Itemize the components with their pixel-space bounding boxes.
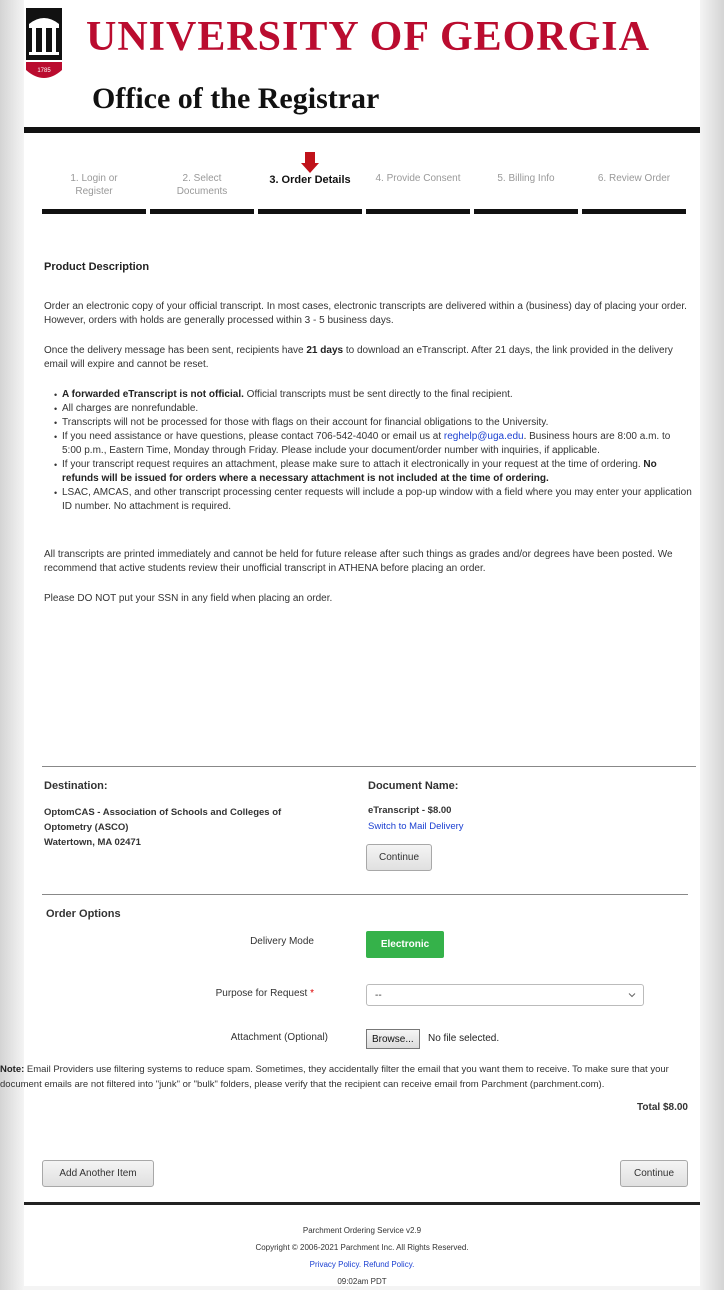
attachment-browse-button[interactable]: Browse... [366, 1029, 420, 1049]
list-item: LSAC, AMCAS, and other transcript proces… [54, 486, 692, 514]
refund-policy-link[interactable]: Refund Policy. [363, 1260, 414, 1269]
step-bar [582, 209, 686, 214]
delivery-mode-electronic-button[interactable]: Electronic [366, 931, 444, 958]
step-label: 2. Select Documents [176, 173, 228, 197]
step-label: 3. Order Details [269, 174, 351, 186]
attachment-label: Attachment (Optional) [230, 1032, 328, 1043]
purpose-label: Purpose for Request * [215, 988, 314, 999]
list-item: All charges are nonrefundable. [54, 402, 692, 416]
step-label: 4. Provide Consent [375, 173, 461, 184]
step-label: 6. Review Order [597, 173, 671, 184]
step-select-documents[interactable]: 2. Select Documents [150, 150, 254, 220]
purpose-select-value: -- [375, 989, 382, 1001]
step-bar [366, 209, 470, 214]
uga-arch-logo-icon: 1785 [26, 8, 62, 78]
university-title: UNIVERSITY OF GEORGIA [86, 14, 650, 60]
document-name: eTranscript - $8.00 [368, 805, 452, 816]
continue-button[interactable]: Continue [620, 1160, 688, 1187]
page: 1785 UNIVERSITY OF GEORGIA Office of the… [24, 0, 700, 1286]
step-login[interactable]: 1. Login or Register [42, 150, 146, 220]
ssn-warning: Please DO NOT put your SSN in any field … [44, 593, 333, 604]
step-order-details: 3. Order Details [258, 150, 362, 220]
office-title: Office of the Registrar [92, 82, 380, 115]
switch-to-mail-link[interactable]: Switch to Mail Delivery [368, 821, 464, 832]
printing-paragraph: All transcripts are printed immediately … [44, 549, 673, 574]
step-label: 5. Billing Info [497, 173, 555, 184]
seal-year: 1785 [37, 68, 51, 74]
list-item: If your transcript request requires an a… [54, 458, 692, 486]
destination-heading: Destination: [44, 780, 108, 792]
site-header: 1785 UNIVERSITY OF GEORGIA Office of the… [24, 0, 700, 134]
progress-steps: 1. Login or Register 2. Select Documents 3… [42, 150, 690, 220]
policy-list: A forwarded eTranscript is not official.… [54, 388, 692, 514]
privacy-policy-link[interactable]: Privacy Policy. [310, 1260, 361, 1269]
destination-address: OptomCAS - Association of Schools and Co… [44, 807, 282, 848]
document-continue-button[interactable]: Continue [366, 844, 432, 871]
step-bar [474, 209, 578, 214]
step-provide-consent: 4. Provide Consent [366, 150, 470, 220]
download-window-paragraph: Once the delivery message has been sent,… [44, 345, 673, 370]
support-email-link[interactable]: reghelp@uga.edu [444, 431, 524, 442]
order-options-heading: Order Options [46, 908, 121, 920]
list-item: Transcripts will not be processed for th… [54, 416, 692, 430]
section-divider [42, 894, 688, 895]
chevron-down-icon [628, 993, 636, 998]
product-description: Product Description Order an electronic … [44, 260, 692, 622]
delivery-paragraph: Order an electronic copy of your officia… [44, 301, 687, 326]
list-item: If you need assistance or have questions… [54, 430, 692, 458]
section-divider [42, 766, 696, 767]
purpose-select[interactable]: -- [366, 984, 644, 1006]
step-billing-info: 5. Billing Info [474, 150, 578, 220]
current-step-arrow-icon [301, 152, 319, 173]
step-bar [150, 209, 254, 214]
list-item: A forwarded eTranscript is not official.… [54, 388, 692, 402]
step-bar [258, 209, 362, 214]
step-bar [42, 209, 146, 214]
delivery-mode-label: Delivery Mode [250, 936, 314, 947]
step-label: 1. Login or Register [70, 173, 118, 197]
required-marker: * [310, 988, 314, 999]
header-divider [24, 127, 700, 133]
step-review-order: 6. Review Order [582, 150, 686, 220]
attachment-status: No file selected. [428, 1033, 500, 1044]
product-title: Product Description [44, 261, 150, 273]
add-another-item-button[interactable]: Add Another Item [42, 1160, 154, 1187]
email-filter-note: Note: Email Providers use filtering syst… [0, 1064, 669, 1090]
document-name-heading: Document Name: [368, 780, 459, 792]
